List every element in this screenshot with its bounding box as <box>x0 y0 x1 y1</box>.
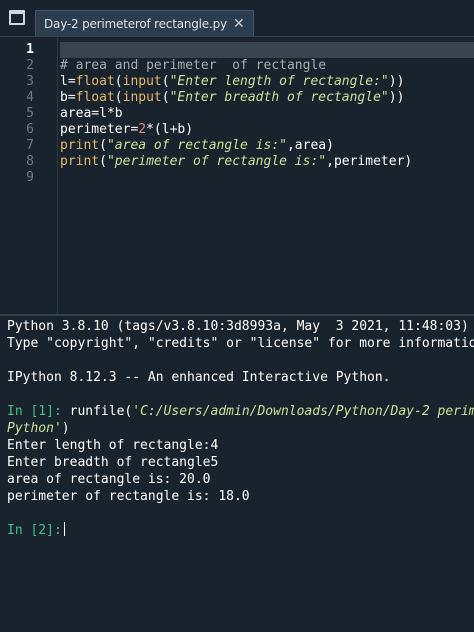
code-token: b= <box>60 90 76 105</box>
code-token: float <box>75 90 115 105</box>
code-token: ( <box>114 74 123 89</box>
line-number: 8 <box>26 154 34 169</box>
line-number: 3 <box>26 74 34 89</box>
gutter-separator <box>57 37 58 314</box>
in-prompt-2: In [2]: <box>7 523 62 538</box>
code-token: area=l*b <box>60 106 123 121</box>
code-token: input <box>122 90 162 105</box>
code-token: "area of rectangle is:" <box>106 138 287 153</box>
output-line: Enter breadth of rectangle5 <box>7 455 219 470</box>
code-token: ( <box>114 90 123 105</box>
code-token: )) <box>388 74 405 89</box>
text-cursor <box>63 522 65 536</box>
banner-line: Type "copyright", "credits" or "license"… <box>7 336 474 351</box>
line-number: 7 <box>26 138 34 153</box>
code-token: )) <box>388 90 405 105</box>
code-token: 2 <box>138 122 147 137</box>
tab-file-label: Day-2 perimeterof rectangle.py <box>44 16 227 31</box>
code-line: print("perimeter of rectangle is:",perim… <box>60 154 412 170</box>
editor-tabbar: Day-2 perimeterof rectangle.py ✕ <box>0 0 474 37</box>
code-token: # area and perimeter of rectangle <box>60 58 327 73</box>
code-token: ,perimeter) <box>326 154 413 169</box>
code-token: "Enter length of rectangle:" <box>169 74 389 89</box>
in-prompt-1: In [1]: <box>7 404 62 419</box>
code-token: float <box>75 74 115 89</box>
code-token: "Enter breadth of rectangle" <box>169 90 389 105</box>
line-number: 5 <box>26 106 34 121</box>
line-number: 1 <box>26 42 34 57</box>
code-token: ( <box>161 90 170 105</box>
code-token: ( <box>99 138 107 153</box>
output-line: perimeter of rectangle is: 18.0 <box>7 489 250 504</box>
code-line: print("area of rectangle is:",area) <box>60 138 334 154</box>
close-icon[interactable]: ✕ <box>233 17 245 31</box>
tab-file[interactable]: Day-2 perimeterof rectangle.py ✕ <box>35 10 254 36</box>
code-line: l=float(input("Enter length of rectangle… <box>60 74 404 90</box>
runfile-close: ) <box>61 421 70 436</box>
line-number-gutter: 1 2 3 4 5 6 7 8 9 <box>0 37 42 314</box>
runfile-call: runfile( <box>61 404 133 419</box>
code-token: ( <box>99 154 107 169</box>
code-token: perimeter= <box>60 122 139 137</box>
line-number: 4 <box>26 90 34 105</box>
code-token: l= <box>60 74 76 89</box>
code-token: print <box>60 138 100 153</box>
runfile-path: 'C:/Users/admin/Downloads/Python/Day-2 p… <box>132 404 474 419</box>
code-line: # area and perimeter of rectangle <box>60 58 326 74</box>
code-token: print <box>60 154 100 169</box>
code-token: ,area) <box>286 138 334 153</box>
current-line-highlight <box>60 42 474 58</box>
browse-tabs-button[interactable] <box>6 6 28 28</box>
code-editor[interactable]: 1 2 3 4 5 6 7 8 9 # area and perimeter o… <box>0 37 474 314</box>
ipython-console[interactable]: Python 3.8.10 (tags/v3.8.10:3d8993a, May… <box>0 316 474 632</box>
ipython-version-line: IPython 8.12.3 -- An enhanced Interactiv… <box>7 370 391 385</box>
line-number: 6 <box>26 122 34 137</box>
input-line-1-cont: Python') <box>7 420 70 437</box>
code-line: area=l*b <box>60 106 123 122</box>
output-line: area of rectangle is: 20.0 <box>7 472 211 487</box>
input-line-2[interactable]: In [2]: <box>7 522 65 539</box>
input-line-1: In [1]: runfile('C:/Users/admin/Download… <box>7 403 474 420</box>
code-line: b=float(input("Enter breadth of rectangl… <box>60 90 404 106</box>
line-number: 2 <box>26 58 34 73</box>
window-icon <box>9 9 25 25</box>
code-token: "perimeter of rectangle is:" <box>106 154 327 169</box>
runfile-wdir: Python' <box>7 421 62 436</box>
output-line: Enter length of rectangle:4 <box>7 438 219 453</box>
line-number: 9 <box>26 170 34 185</box>
code-line: perimeter=2*(l+b) <box>60 122 193 138</box>
banner-line: Python 3.8.10 (tags/v3.8.10:3d8993a, May… <box>7 319 474 334</box>
spyder-window: Day-2 perimeterof rectangle.py ✕ 1 2 3 4… <box>0 0 474 632</box>
code-token: ( <box>161 74 170 89</box>
code-token: *(l+b) <box>146 122 194 137</box>
code-token: input <box>122 74 162 89</box>
